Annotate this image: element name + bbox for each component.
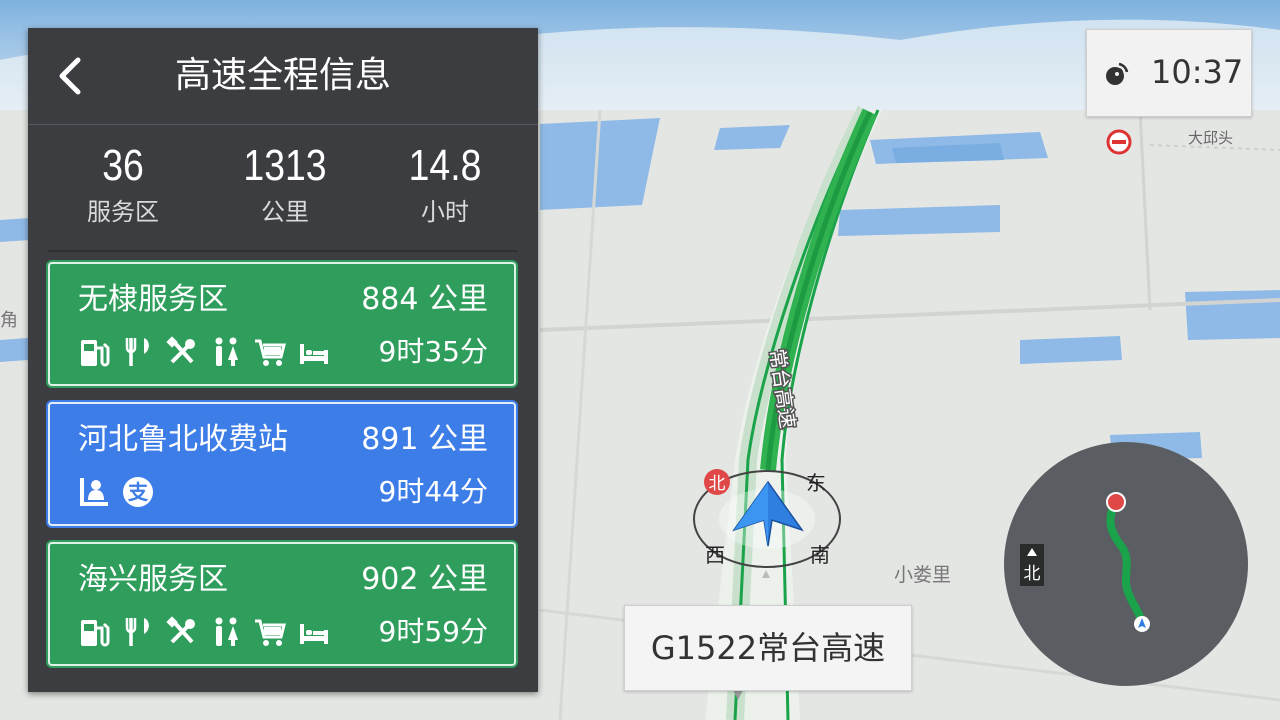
facility-distance: 902 公里: [361, 562, 488, 597]
place-label-edge: 角: [0, 310, 18, 331]
toll-station-card[interactable]: 河北鲁北收费站 891 公里 支 9时44分: [48, 402, 516, 526]
facility-distance: 891 公里: [361, 422, 488, 457]
facility-distance: 884 公里: [361, 282, 488, 317]
facility-name: 无棣服务区: [78, 282, 228, 317]
minimap-north-label: 北: [1024, 564, 1041, 584]
highway-info-panel: 高速全程信息 36 服务区 1313 公里 14.8 小时 无棣服务区 884 …: [28, 28, 538, 692]
compass-north-label: 北: [709, 474, 726, 494]
shopping-cart-icon: [255, 619, 286, 646]
panel-header: 高速全程信息: [28, 28, 538, 125]
place-label-xiaolouli: 小娄里: [894, 564, 951, 586]
restroom-icon: [215, 337, 238, 366]
stat-unit: 服务区: [87, 198, 159, 226]
stat-distance: 1313 公里: [205, 138, 365, 230]
facility-name: 海兴服务区: [78, 562, 228, 597]
compass-west-label: 西: [705, 543, 725, 567]
svg-text:支: 支: [128, 480, 149, 504]
current-road-label: G1522常台高速: [624, 605, 912, 691]
fuel-icon: [81, 620, 110, 647]
route-summary: 36 服务区 1313 公里 14.8 小时: [28, 138, 538, 250]
minimap-canvas: 北: [1020, 492, 1150, 632]
stat-service-areas: 36 服务区: [43, 138, 203, 230]
facility-name: 河北鲁北收费站: [78, 422, 288, 457]
facility-icons: 支: [78, 476, 154, 508]
divider: [48, 250, 518, 252]
toll-icon: [80, 478, 108, 506]
route-overview-minimap[interactable]: 北: [1004, 442, 1248, 686]
facility-icons: [78, 336, 330, 368]
facility-eta: 9时44分: [378, 475, 488, 508]
facility-eta: 9时59分: [378, 615, 488, 648]
stat-value: 1313: [243, 141, 327, 190]
stat-duration: 14.8 小时: [365, 138, 525, 230]
clock-time: 10:37: [1151, 53, 1244, 91]
compass-east-label: 东: [806, 471, 826, 495]
restaurant-icon: [125, 338, 149, 366]
destination-marker-icon: [1106, 492, 1126, 512]
stat-value: 14.8: [408, 141, 482, 190]
status-clock: 10:37: [1086, 29, 1252, 117]
service-area-card[interactable]: 无棣服务区 884 公里 9时35分: [48, 262, 516, 386]
restaurant-icon: [125, 618, 149, 646]
stat-unit: 小时: [421, 198, 469, 226]
facility-icons: [78, 616, 330, 648]
hotel-bed-icon: [300, 624, 328, 644]
alipay-icon: 支: [123, 477, 153, 507]
place-label-daqiutou: 大邱头: [1188, 129, 1233, 147]
repair-icon: [166, 616, 195, 644]
restroom-icon: [215, 617, 238, 646]
facility-eta: 9时35分: [378, 335, 488, 368]
shopping-cart-icon: [255, 339, 286, 366]
repair-icon: [166, 336, 195, 364]
service-area-card[interactable]: 海兴服务区 902 公里 9时59分: [48, 542, 516, 666]
stat-value: 36: [102, 141, 144, 190]
hotel-bed-icon: [300, 344, 328, 364]
page-title: 高速全程信息: [174, 55, 391, 96]
fuel-icon: [81, 340, 110, 367]
satellite-icon: [1106, 62, 1129, 85]
compass-south-label: 南: [810, 543, 830, 567]
stat-unit: 公里: [261, 198, 309, 226]
